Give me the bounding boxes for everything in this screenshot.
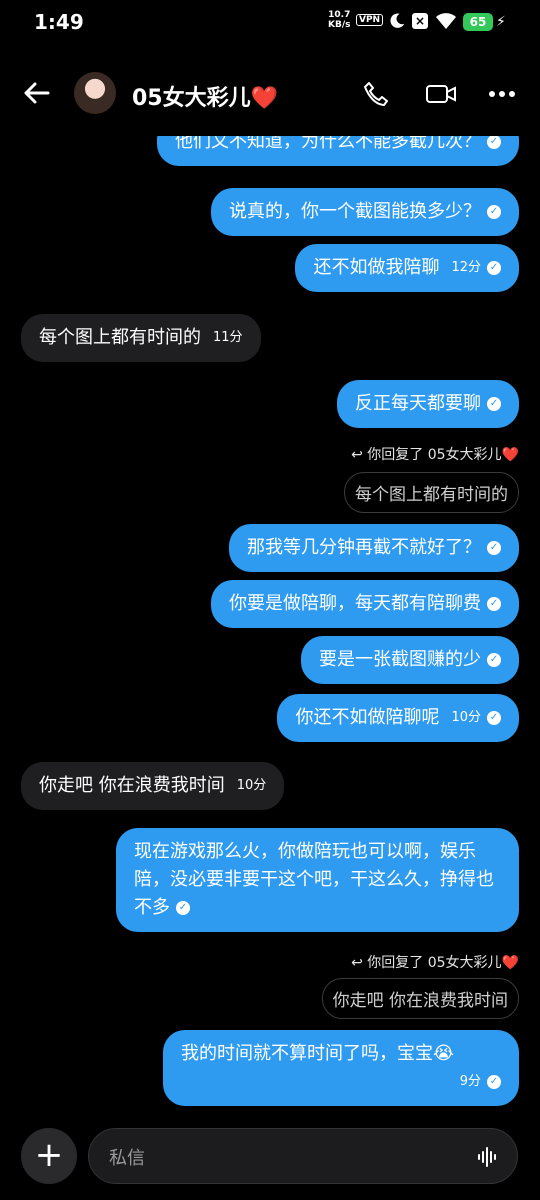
message-sent[interactable]: 说真的，你一个截图能换多少？ ✓ [211,188,519,236]
message-sent[interactable]: 你还不如做陪聊呢 10分 ✓ [277,694,519,742]
contact-avatar[interactable] [74,72,116,114]
message-text: 要是一张截图赚的少 [319,649,481,670]
message-text: 那我等几分钟再截不就好了？ [247,537,481,558]
read-check-icon: ✓ [487,261,501,275]
message-input[interactable]: 私信 [88,1128,518,1184]
message-sent[interactable]: 他们又不知道，为什么不能多截几次？ ✓ [157,136,519,166]
message-sent[interactable]: 要是一张截图赚的少 ✓ [301,636,519,684]
quoted-message[interactable]: 你走吧 你在浪费我时间 [321,978,519,1019]
read-check-icon: ✓ [487,136,501,149]
status-time: 1:49 [34,10,84,34]
message-sent[interactable]: 那我等几分钟再截不就好了？ ✓ [229,524,519,572]
video-camera-icon[interactable] [425,80,457,108]
read-check-icon: ✓ [487,397,501,411]
reply-label-text: 你回复了 05女大彩儿❤️ [367,447,519,463]
message-sent[interactable]: 我的时间就不算时间了吗，宝宝😭 9分 ✓ [163,1030,519,1106]
phone-icon[interactable] [362,80,390,108]
read-check-icon: ✓ [487,597,501,611]
status-bar: 1:49 10.7 KB/s VPN × 65 ⚡ [0,0,540,46]
message-time: 12分 [451,260,481,275]
message-time: 9分 [459,1074,481,1089]
back-arrow-icon[interactable] [22,78,52,108]
moon-icon [390,13,405,28]
message-sent[interactable]: 现在游戏那么火，你做陪玩也可以啊，娱乐陪，没必要非要干这个吧，干这么久，挣得也不… [116,828,519,932]
message-text: 还不如做我陪聊 [313,257,440,278]
message-text: 你还不如做陪聊呢 [295,707,440,728]
reply-label: ↩ 你回复了 05女大彩儿❤️ [351,444,519,464]
read-check-icon: ✓ [176,901,190,915]
message-text: 说真的，你一个截图能换多少？ [229,201,481,222]
reply-label: ↩ 你回复了 05女大彩儿❤️ [351,952,519,972]
message-text: 你要是做陪聊，每天都有陪聊费 [229,593,481,614]
message-text: 我的时间就不算时间了吗，宝宝😭 [181,1043,455,1064]
message-received[interactable]: 你走吧 你在浪费我时间 10分 [21,762,285,810]
wifi-icon [436,13,456,29]
message-text: 反正每天都要聊 [355,393,481,414]
reply-label-text: 你回复了 05女大彩儿❤️ [367,955,519,971]
message-received[interactable]: 每个图上都有时间的 11分 [21,314,261,362]
read-check-icon: ✓ [487,653,501,667]
message-sent[interactable]: 反正每天都要聊 ✓ [337,380,519,428]
message-text: 他们又不知道，为什么不能多截几次？ [175,136,481,152]
message-time: 11分 [213,330,243,345]
read-check-icon: ✓ [487,541,501,555]
notification-x-icon: × [412,13,428,29]
read-check-icon: ✓ [487,1075,501,1089]
battery-icon: 65 [463,13,493,31]
read-check-icon: ✓ [487,711,501,725]
message-list[interactable]: 他们又不知道，为什么不能多截几次？ ✓ 说真的，你一个截图能换多少？ ✓ 还不如做我… [0,136,540,1116]
message-sent[interactable]: 还不如做我陪聊 12分 ✓ [295,244,519,292]
charging-icon: ⚡ [496,14,506,30]
network-speed-unit: KB/s [328,20,351,30]
reply-arrow-icon: ↩ [351,955,368,971]
reply-arrow-icon: ↩ [351,447,368,463]
add-attachment-button[interactable]: + [21,1128,77,1184]
read-check-icon: ✓ [487,205,501,219]
network-speed-value: 10.7 [328,10,351,20]
contact-name[interactable]: 05女大彩儿❤️ [132,80,278,112]
more-options-icon[interactable] [488,84,516,104]
message-input-placeholder: 私信 [109,1148,145,1169]
message-text: 每个图上都有时间的 [39,327,201,348]
message-sent[interactable]: 你要是做陪聊，每天都有陪聊费 ✓ [211,580,519,628]
message-time: 10分 [236,778,267,793]
quoted-message[interactable]: 每个图上都有时间的 [344,472,519,513]
chat-header: 05女大彩儿❤️ [0,62,540,126]
message-time: 10分 [451,710,481,725]
composer: + 私信 [0,1122,540,1190]
voice-wave-icon[interactable] [477,1145,499,1169]
vpn-icon: VPN [356,14,384,26]
network-speed: 10.7 KB/s [328,10,350,30]
message-text: 你走吧 你在浪费我时间 [39,775,225,796]
